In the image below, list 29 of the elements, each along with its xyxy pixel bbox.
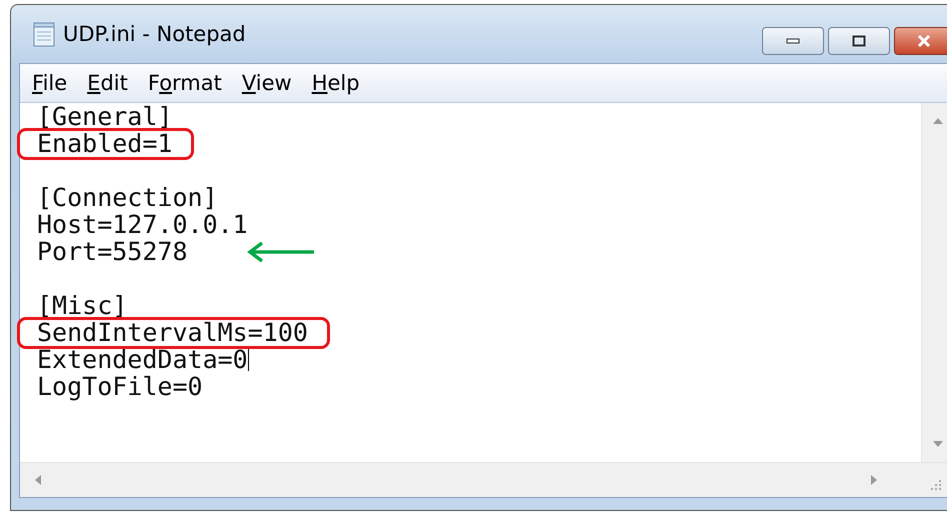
minimize-button[interactable]	[762, 27, 824, 55]
menu-item[interactable]: File	[24, 71, 76, 95]
text-line: Port=55278	[37, 238, 188, 264]
scroll-right-icon[interactable]	[870, 474, 878, 486]
vertical-scrollbar[interactable]	[921, 103, 947, 462]
notepad-icon	[33, 21, 55, 47]
window-title: UDP.ini - Notepad	[63, 22, 246, 46]
text-line: Enabled=1	[37, 130, 172, 156]
menu-item[interactable]: Edit	[79, 71, 136, 95]
text-editor[interactable]: [General] Enabled=1 [Connection] Host=127.0.0.1 Port=55278 [Misc] SendIntervalMs=100 ExtendedData=0 LogToFile=0	[20, 103, 921, 462]
text-line: LogToFile=0	[37, 374, 203, 400]
text-line: SendIntervalMs=100	[37, 320, 308, 346]
close-button[interactable]	[894, 27, 947, 55]
minimize-icon	[786, 38, 800, 44]
menu-item[interactable]: View	[234, 71, 300, 95]
scroll-down-icon[interactable]	[932, 440, 944, 448]
text-line: [General]	[37, 104, 172, 130]
text-line: ExtendedData=0	[37, 346, 248, 372]
menu-item[interactable]: Help	[304, 71, 368, 95]
scroll-up-icon[interactable]	[932, 117, 944, 125]
scroll-left-icon[interactable]	[34, 474, 42, 486]
resize-grip-icon[interactable]	[928, 477, 942, 491]
maximize-button[interactable]	[828, 27, 890, 55]
text-line: Host=127.0.0.1	[37, 212, 248, 238]
text-line: [Connection]	[37, 184, 218, 210]
menu-item[interactable]: Format	[140, 71, 230, 95]
text-line: [Misc]	[37, 292, 128, 318]
close-icon	[916, 35, 932, 47]
maximize-icon	[852, 35, 866, 47]
